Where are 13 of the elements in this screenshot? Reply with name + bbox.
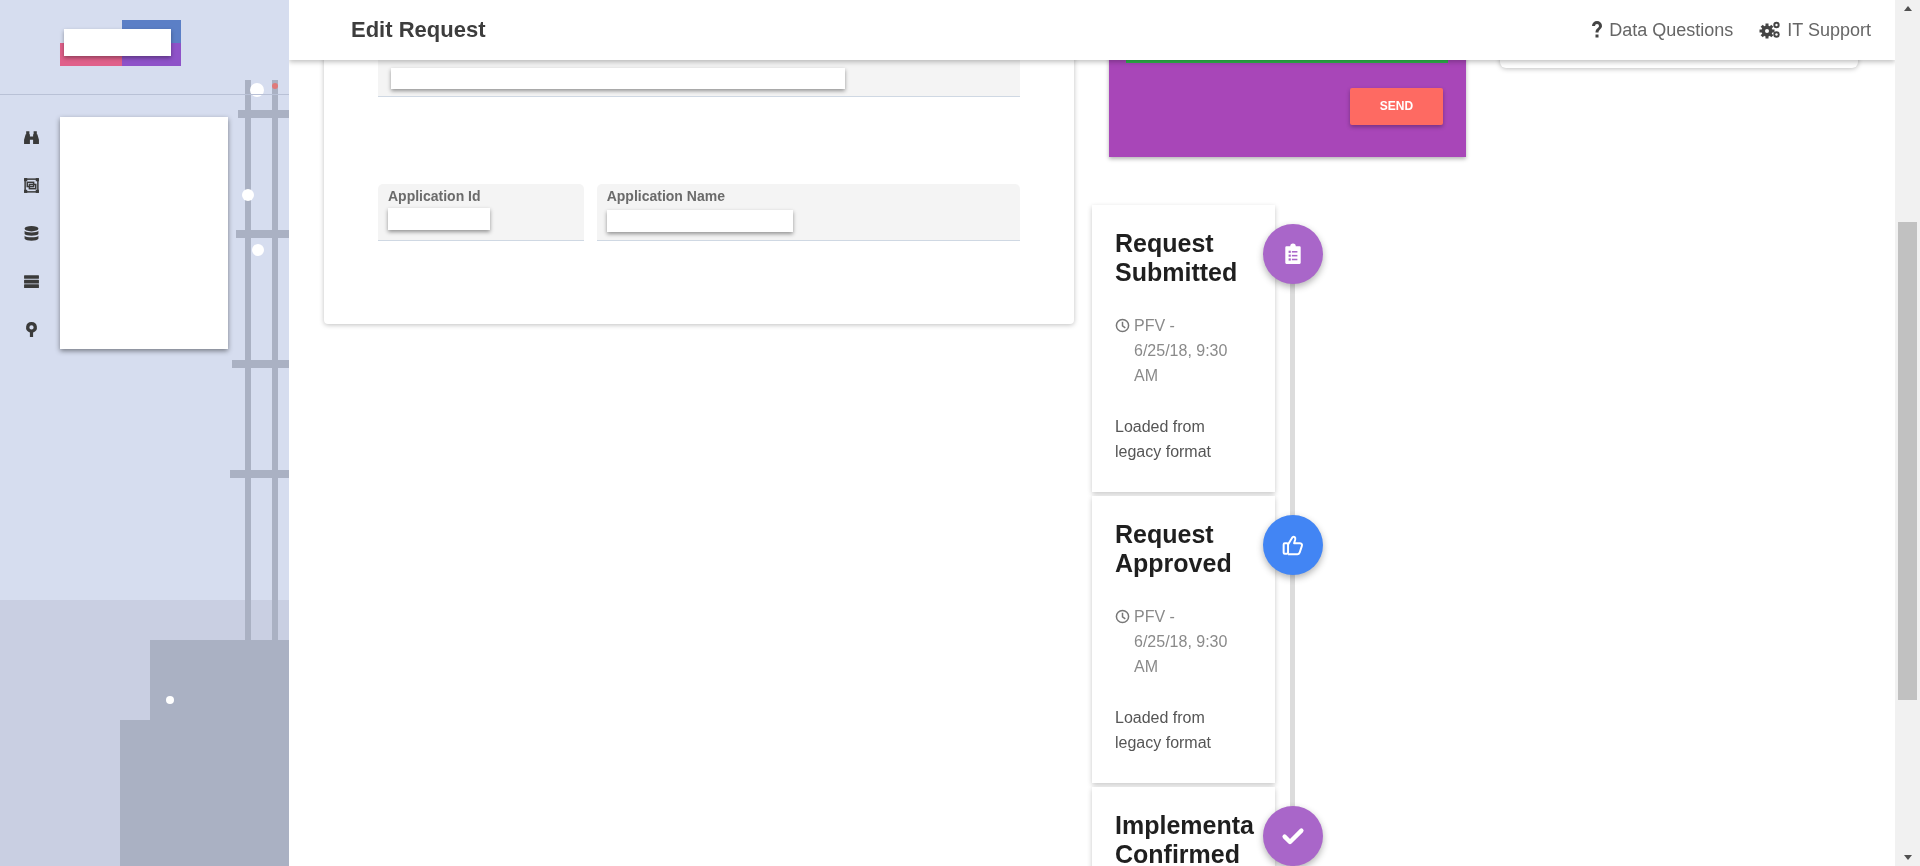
page-title: Edit Request — [351, 17, 487, 43]
event-title: Implementa Confirmed — [1115, 811, 1255, 866]
send-button[interactable]: SEND — [1350, 88, 1443, 125]
data-questions-link[interactable]: Data Questions — [1591, 19, 1734, 41]
event-note: Loaded from legacy format — [1115, 708, 1213, 753]
event-time: PFV - 6/25/18, 9:30 AM — [1134, 607, 1229, 677]
input-field[interactable]: Application Id — [378, 184, 584, 241]
event-time: PFV - 6/25/18, 9:30 AM — [1134, 316, 1229, 386]
event-note: Loaded from legacy format — [1115, 417, 1213, 462]
input-field[interactable]: Application Name — [596, 184, 1020, 241]
event-title: Request Approved — [1115, 520, 1233, 578]
support-link[interactable]: IT Support — [1759, 19, 1871, 41]
event-title: Request Submitted — [1115, 229, 1239, 287]
